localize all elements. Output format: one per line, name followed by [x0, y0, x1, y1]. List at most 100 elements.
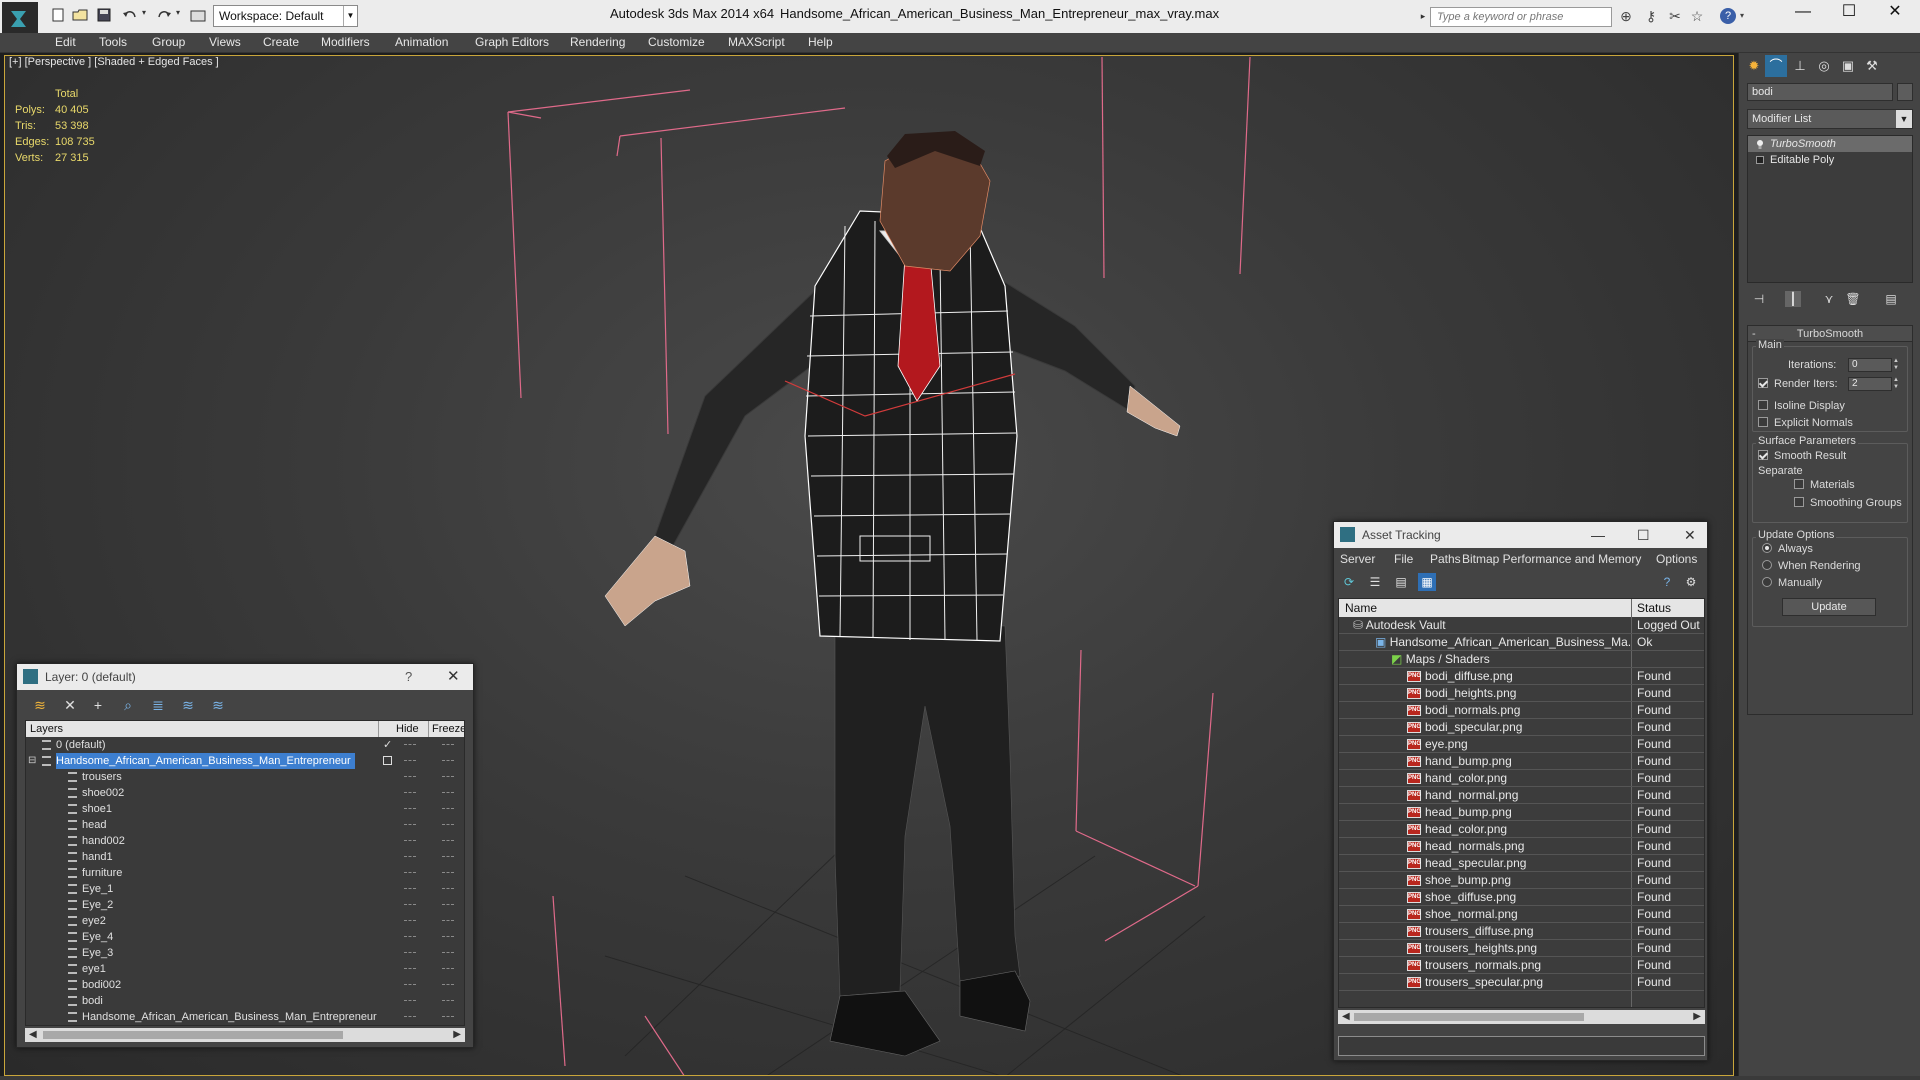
- scrollbar-thumb[interactable]: [1354, 1013, 1584, 1021]
- asset-map-row[interactable]: PNG hand_normal.png Found: [1339, 787, 1704, 804]
- search-input[interactable]: Type a keyword or phrase: [1430, 7, 1612, 27]
- close-button[interactable]: ✕: [447, 664, 460, 690]
- key-icon[interactable]: ⚷: [1642, 8, 1660, 24]
- asset-map-row[interactable]: PNG head_normals.png Found: [1339, 838, 1704, 855]
- workspace-dropdown[interactable]: Workspace: Default ▼: [213, 5, 358, 27]
- always-radio[interactable]: Always: [1762, 543, 1813, 555]
- hide-toggle[interactable]: [404, 920, 416, 922]
- motion-tab-icon[interactable]: ◎: [1813, 55, 1835, 77]
- hide-toggle[interactable]: [404, 808, 416, 810]
- tree-view-icon[interactable]: ▤: [1392, 573, 1410, 591]
- help-icon[interactable]: ?: [1720, 8, 1736, 24]
- show-end-result-icon[interactable]: ┃: [1785, 291, 1801, 307]
- create-layer-icon[interactable]: ≋: [31, 696, 49, 714]
- modifier-list-dropdown[interactable]: Modifier List ▼: [1747, 109, 1913, 129]
- col-name[interactable]: Name: [1345, 599, 1377, 617]
- menu-server[interactable]: Server: [1340, 552, 1375, 566]
- col-layers[interactable]: Layers: [30, 721, 63, 737]
- hide-toggle[interactable]: [404, 792, 416, 794]
- favorites-star-icon[interactable]: ☆: [1688, 8, 1706, 24]
- layer-row[interactable]: shoe1: [26, 801, 464, 817]
- maximize-button[interactable]: ☐: [1637, 522, 1650, 548]
- layer-list[interactable]: Layers Hide Freeze 0 (default) ✓ ⊟ Handsome…: [25, 720, 465, 1026]
- menu-options[interactable]: Options: [1656, 552, 1697, 566]
- object-color-swatch[interactable]: [1897, 83, 1913, 101]
- help-icon[interactable]: ?: [1658, 573, 1676, 591]
- hide-toggle[interactable]: [404, 936, 416, 938]
- layer-row[interactable]: trousers: [26, 769, 464, 785]
- add-to-layer-icon[interactable]: +: [89, 696, 107, 714]
- col-freeze[interactable]: Freeze: [432, 721, 464, 737]
- remove-modifier-icon[interactable]: 🗑: [1845, 291, 1861, 307]
- minimize-button[interactable]: —: [1780, 0, 1826, 26]
- menu-rendering[interactable]: Rendering: [570, 35, 625, 49]
- menu-maxscript[interactable]: MAXScript: [728, 35, 785, 49]
- menu-tools[interactable]: Tools: [99, 35, 127, 49]
- hide-all-layers-icon[interactable]: ≋: [179, 696, 197, 714]
- hide-toggle[interactable]: [404, 888, 416, 890]
- asset-map-row[interactable]: PNG trousers_diffuse.png Found: [1339, 923, 1704, 940]
- layer-row[interactable]: head: [26, 817, 464, 833]
- asset-map-row[interactable]: PNG hand_bump.png Found: [1339, 753, 1704, 770]
- col-hide[interactable]: Hide: [396, 721, 419, 737]
- freeze-toggle[interactable]: [442, 824, 454, 826]
- layer-row[interactable]: hand1: [26, 849, 464, 865]
- freeze-toggle[interactable]: [442, 808, 454, 810]
- hide-toggle[interactable]: [404, 856, 416, 858]
- menu-help[interactable]: Help: [808, 35, 833, 49]
- asset-map-row[interactable]: PNG trousers_normals.png Found: [1339, 957, 1704, 974]
- asset-map-row[interactable]: PNG head_color.png Found: [1339, 821, 1704, 838]
- layer-dialog-titlebar[interactable]: Layer: 0 (default) ? ✕: [17, 664, 473, 690]
- layer-row[interactable]: eye2: [26, 913, 464, 929]
- asset-map-row[interactable]: PNG bodi_diffuse.png Found: [1339, 668, 1704, 685]
- asset-map-row[interactable]: PNG shoe_bump.png Found: [1339, 872, 1704, 889]
- col-status[interactable]: Status: [1637, 599, 1671, 617]
- freeze-toggle[interactable]: [442, 968, 454, 970]
- hide-toggle[interactable]: [404, 904, 416, 906]
- delete-layer-icon[interactable]: ✕: [61, 696, 79, 714]
- maximize-button[interactable]: ☐: [1826, 0, 1872, 26]
- menu-modifiers[interactable]: Modifiers: [321, 35, 370, 49]
- hide-toggle[interactable]: [404, 744, 416, 746]
- utilities-tab-icon[interactable]: ⚒: [1861, 55, 1883, 77]
- horizontal-scrollbar[interactable]: ◀ ▶: [1338, 1010, 1705, 1024]
- freeze-toggle[interactable]: [442, 904, 454, 906]
- update-button[interactable]: Update: [1782, 598, 1876, 616]
- asset-map-row[interactable]: PNG bodi_specular.png Found: [1339, 719, 1704, 736]
- freeze-toggle[interactable]: [442, 760, 454, 762]
- render-iters-spinner[interactable]: 2 ▲ ▼: [1848, 377, 1899, 391]
- binoculars-icon[interactable]: ⊕: [1617, 8, 1635, 24]
- redo-dropdown-icon[interactable]: ▾: [176, 8, 184, 22]
- menu-customize[interactable]: Customize: [648, 35, 705, 49]
- freeze-toggle[interactable]: [442, 936, 454, 938]
- help-button[interactable]: ?: [405, 664, 412, 690]
- layer-row[interactable]: bodi: [26, 993, 464, 1009]
- layer-row[interactable]: furniture: [26, 865, 464, 881]
- freeze-toggle[interactable]: [442, 840, 454, 842]
- app-logo-icon[interactable]: [2, 2, 38, 35]
- hide-toggle[interactable]: [404, 872, 416, 874]
- menu-file[interactable]: File: [1394, 552, 1413, 566]
- display-tab-icon[interactable]: ▣: [1837, 55, 1859, 77]
- freeze-toggle[interactable]: [442, 984, 454, 986]
- menu-animation[interactable]: Animation: [395, 35, 448, 49]
- hide-toggle[interactable]: [404, 952, 416, 954]
- hide-toggle[interactable]: [404, 1016, 416, 1018]
- asset-map-row[interactable]: PNG hand_color.png Found: [1339, 770, 1704, 787]
- isoline-display-checkbox[interactable]: Isoline Display: [1758, 400, 1845, 412]
- menu-paths[interactable]: Paths: [1430, 552, 1461, 566]
- active-layer-check-icon[interactable]: ✓: [383, 737, 392, 753]
- freeze-toggle[interactable]: [442, 888, 454, 890]
- asset-map-row[interactable]: PNG shoe_normal.png Found: [1339, 906, 1704, 923]
- freeze-toggle[interactable]: [442, 856, 454, 858]
- freeze-toggle[interactable]: [442, 872, 454, 874]
- modifier-stack[interactable]: TurboSmooth Editable Poly: [1747, 135, 1913, 283]
- layer-row[interactable]: Handsome_African_American_Business_Man_E…: [26, 1009, 464, 1025]
- freeze-toggle[interactable]: [442, 744, 454, 746]
- manually-radio[interactable]: Manually: [1762, 577, 1822, 589]
- set-current-layer-icon[interactable]: [383, 756, 392, 765]
- pin-stack-icon[interactable]: ⊣: [1751, 291, 1767, 307]
- asset-map-row[interactable]: PNG trousers_heights.png Found: [1339, 940, 1704, 957]
- new-file-icon[interactable]: [50, 8, 66, 22]
- layer-row[interactable]: Eye_1: [26, 881, 464, 897]
